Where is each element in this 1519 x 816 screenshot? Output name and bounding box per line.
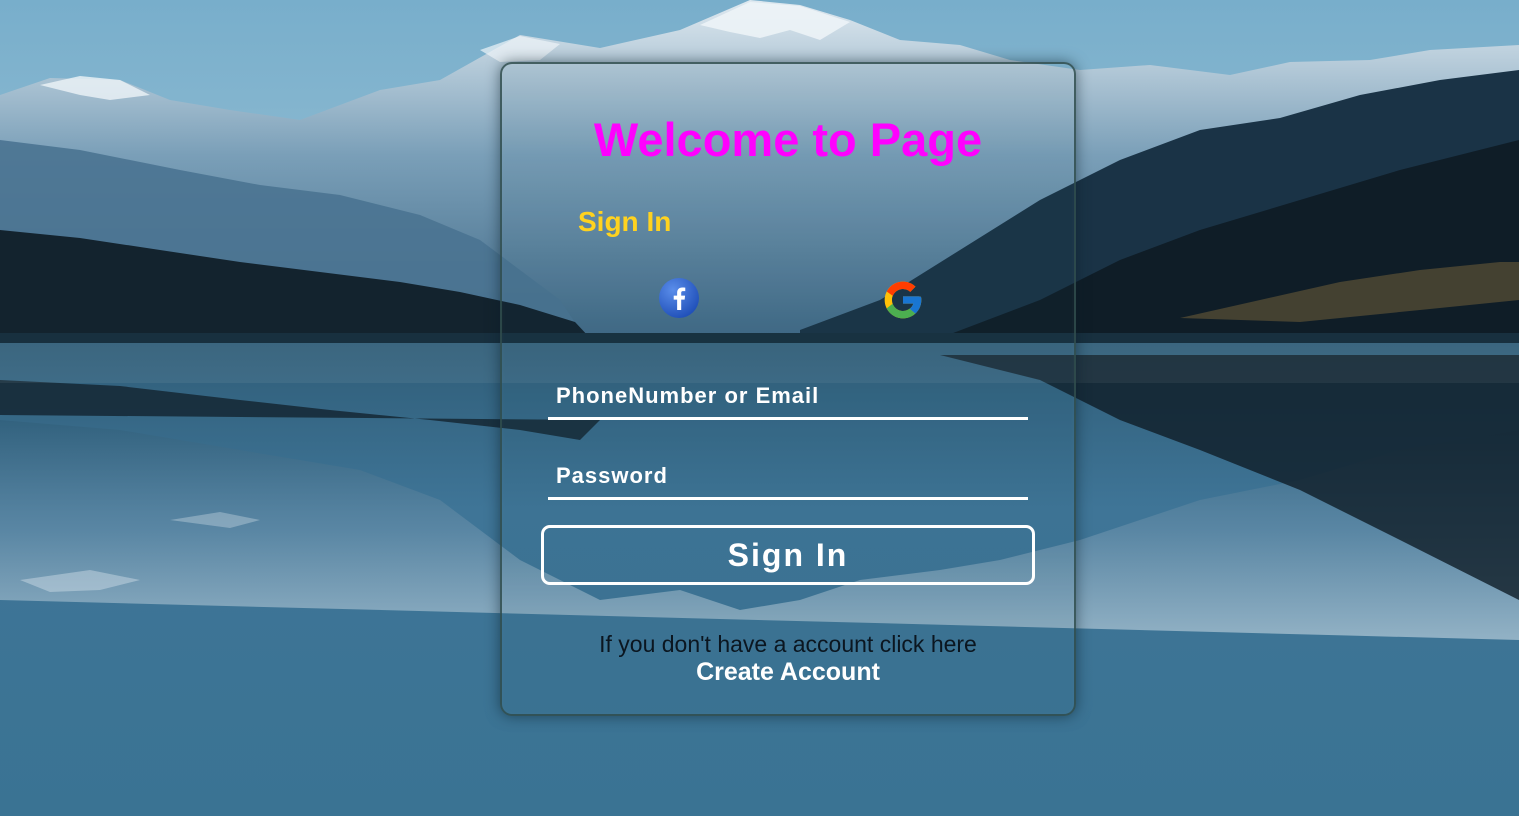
create-account-link[interactable]: Create Account bbox=[500, 658, 1076, 687]
sign-in-button[interactable]: Sign In bbox=[541, 525, 1035, 585]
google-icon bbox=[884, 281, 922, 319]
page-title: Welcome to Page bbox=[593, 113, 983, 166]
sign-in-heading: Sign In bbox=[578, 206, 672, 237]
phone-or-email-input[interactable] bbox=[548, 374, 1028, 420]
no-account-text: If you don't have a account click here bbox=[599, 631, 977, 657]
password-input[interactable] bbox=[548, 454, 1028, 500]
facebook-icon bbox=[659, 278, 699, 318]
google-login-button[interactable] bbox=[881, 278, 925, 322]
facebook-login-button[interactable] bbox=[657, 276, 701, 320]
